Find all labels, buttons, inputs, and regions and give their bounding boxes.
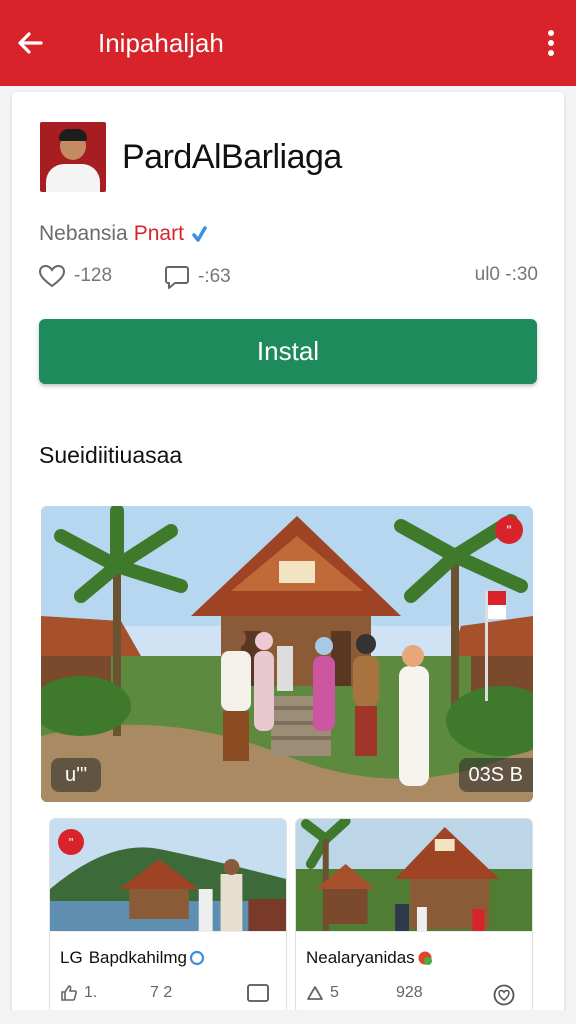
likes-count: -128 [74, 265, 113, 286]
page-title: Inipahaljah [98, 27, 224, 58]
heart-icon [38, 264, 66, 288]
likes-stat[interactable]: -128 [38, 264, 112, 288]
app-bar: Inipahaljah [0, 0, 576, 86]
hero-badge-left: u'" [51, 758, 102, 792]
hero-badge-dot: " [495, 516, 523, 544]
profile-header[interactable]: PardAlBarliaga [40, 122, 342, 192]
thumb-like[interactable]: 1. [60, 984, 97, 1002]
party-name: Pnart [133, 222, 184, 245]
views-count: ul0 -:30 [474, 264, 538, 285]
photo-card[interactable]: " LG Bapdkahilmg 1. 7 2 [49, 818, 287, 1014]
thumb-badge-dot: " [58, 829, 84, 855]
org-name: Nebansia [39, 222, 128, 245]
hero-badge-right: 03S B [458, 758, 533, 792]
stats-row: -128 -:63 ul0 -:30 [38, 264, 538, 294]
photo-caption: LG Bapdkahilmg 1. 7 2 [50, 931, 286, 1013]
thumb-like[interactable]: 5 [306, 984, 339, 1002]
triangle-up-icon [307, 986, 323, 1000]
heart-circle-icon [493, 984, 515, 1006]
favorite-button[interactable] [493, 984, 521, 1006]
photo-caption: Nealaryanidas 5 928 [296, 931, 532, 1013]
section-title: Sueidiitiuasaa [39, 442, 183, 468]
thumbs-up-icon [61, 985, 77, 1001]
caption-title: Nealaryanidas [306, 948, 415, 967]
avatar[interactable] [40, 122, 106, 192]
thumb-count: 928 [396, 984, 423, 1001]
link-icon [189, 950, 205, 966]
overflow-menu-button[interactable] [526, 0, 576, 86]
square-icon [247, 984, 269, 1002]
comments-stat[interactable]: -:63 [164, 264, 231, 290]
thumb-like-count: 1. [84, 984, 98, 1001]
emoji-icon [418, 951, 432, 965]
thumb-count: 7 2 [150, 984, 173, 1001]
lake-scene-image [50, 819, 286, 931]
caption-prefix: LG [60, 948, 83, 967]
views-stat: ul0 -:30 [475, 264, 538, 286]
verified-icon [190, 224, 208, 244]
more-vertical-icon [548, 30, 554, 56]
comment-icon [165, 266, 189, 289]
content-card: PardAlBarliaga Nebansia Pnart -128 -:63 … [12, 92, 564, 1022]
profile-name: PardAlBarliaga [122, 137, 342, 176]
village-scene-image [41, 506, 533, 802]
bottom-strip [0, 1010, 576, 1024]
comments-count: -:63 [198, 266, 231, 287]
arrow-left-icon [18, 32, 43, 54]
village-house-image [296, 819, 532, 931]
org-line: Nebansia Pnart [39, 222, 208, 246]
back-button[interactable] [0, 0, 60, 86]
thumb-like-count: 5 [330, 984, 339, 1001]
photo-card[interactable]: Nealaryanidas 5 928 [295, 818, 533, 1014]
featured-photo[interactable]: " u'" 03S B [41, 506, 533, 802]
install-button[interactable]: Instal [39, 319, 537, 384]
share-button[interactable] [247, 984, 275, 1002]
caption-title: Bapdkahilmg [88, 948, 187, 967]
